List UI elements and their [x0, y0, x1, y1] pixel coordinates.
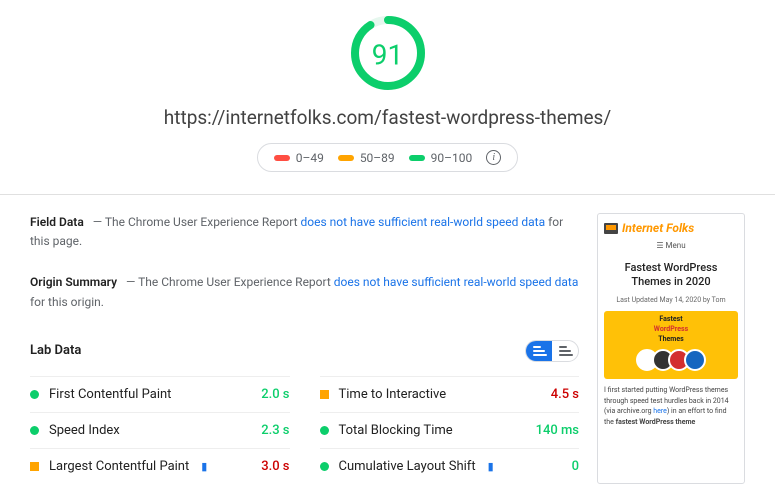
swatch-green: [409, 155, 425, 161]
banner-line: Fastest: [659, 315, 682, 325]
metric-si: Speed Index 2.3 s: [30, 412, 290, 448]
status-dot-good: [30, 390, 39, 399]
metric-tbt: Total Blocking Time 140 ms: [320, 412, 580, 448]
banner-line: WordPress: [654, 325, 688, 335]
metric-value: 0: [572, 459, 579, 474]
banner-line: Themes: [658, 335, 683, 345]
info-icon[interactable]: i: [486, 150, 501, 165]
metric-name: Time to Interactive: [339, 387, 447, 402]
origin-summary-title: Origin Summary: [30, 275, 117, 289]
circle-icon: [684, 349, 706, 371]
status-dot-good: [320, 426, 329, 435]
swatch-orange: [338, 155, 354, 161]
preview-menu: ☰ Menu: [604, 240, 738, 251]
preview-text-bold: fastest WordPress theme: [616, 418, 696, 426]
metric-value: 2.0 s: [261, 387, 289, 402]
lines-icon: [533, 350, 545, 352]
field-data-title: Field Data: [30, 215, 84, 229]
status-square-avg: [320, 390, 329, 399]
metric-value: 140 ms: [536, 423, 579, 438]
view-toggle: [525, 340, 579, 362]
field-data-section: Field Data — The Chrome User Experience …: [30, 213, 579, 251]
legend-bad-label: 0–49: [296, 151, 324, 165]
preview-link: here: [653, 407, 667, 415]
swatch-red: [274, 155, 290, 161]
field-data-pre: — The Chrome User Experience Report: [90, 215, 301, 229]
bookmark-icon: ▮: [201, 460, 207, 473]
metric-lcp: Largest Contentful Paint ▮ 3.0 s: [30, 448, 290, 484]
metric-tti: Time to Interactive 4.5 s: [320, 376, 580, 412]
legend-good: 90–100: [409, 151, 473, 165]
tested-url: https://internetfolks.com/fastest-wordpr…: [0, 106, 775, 129]
score-value: 91: [372, 39, 403, 72]
legend-good-label: 90–100: [431, 151, 473, 165]
legend-avg: 50–89: [338, 151, 395, 165]
score-gauge: 91: [349, 14, 427, 96]
origin-summary-post: for this origin.: [30, 295, 104, 309]
preview-paragraph: I first started putting WordPress themes…: [604, 385, 738, 427]
preview-title: Fastest WordPress Themes in 2020: [604, 261, 738, 290]
metrics-grid: First Contentful Paint 2.0 s Time to Int…: [30, 376, 579, 484]
metric-name: Total Blocking Time: [339, 423, 453, 438]
status-dot-good: [30, 426, 39, 435]
preview-logo: Internet Folks: [604, 220, 738, 237]
metric-fcp: First Contentful Paint 2.0 s: [30, 376, 290, 412]
metric-name: Largest Contentful Paint: [49, 459, 189, 474]
page-screenshot-preview: Internet Folks ☰ Menu Fastest WordPress …: [597, 213, 745, 484]
metric-name: Cumulative Layout Shift: [339, 459, 476, 474]
legend-avg-label: 50–89: [360, 151, 395, 165]
monitor-icon: [604, 223, 618, 234]
field-data-link[interactable]: does not have sufficient real-world spee…: [301, 215, 546, 229]
preview-banner: Fastest WordPress Themes: [604, 311, 738, 379]
lines-icon: [559, 350, 571, 352]
metric-value: 2.3 s: [261, 423, 289, 438]
metric-value: 4.5 s: [551, 387, 579, 402]
bookmark-icon: ▮: [488, 460, 494, 473]
metric-name: First Contentful Paint: [49, 387, 171, 402]
status-dot-good: [320, 462, 329, 471]
metric-value: 3.0 s: [261, 459, 289, 474]
legend-bad: 0–49: [274, 151, 324, 165]
lab-data-title: Lab Data: [30, 343, 81, 358]
origin-summary-section: Origin Summary — The Chrome User Experie…: [30, 273, 579, 311]
status-square-avg: [30, 462, 39, 471]
view-toggle-condensed[interactable]: [526, 341, 552, 361]
origin-summary-link[interactable]: does not have sufficient real-world spee…: [334, 275, 579, 289]
view-toggle-expanded[interactable]: [552, 341, 578, 361]
metric-cls: Cumulative Layout Shift ▮ 0: [320, 448, 580, 484]
preview-brand: Internet Folks: [622, 220, 694, 237]
origin-summary-pre: — The Chrome User Experience Report: [123, 275, 334, 289]
score-legend: 0–49 50–89 90–100 i: [257, 143, 519, 172]
metric-name: Speed Index: [49, 423, 120, 438]
preview-date: Last Updated May 14, 2020 by Tom: [604, 296, 738, 306]
